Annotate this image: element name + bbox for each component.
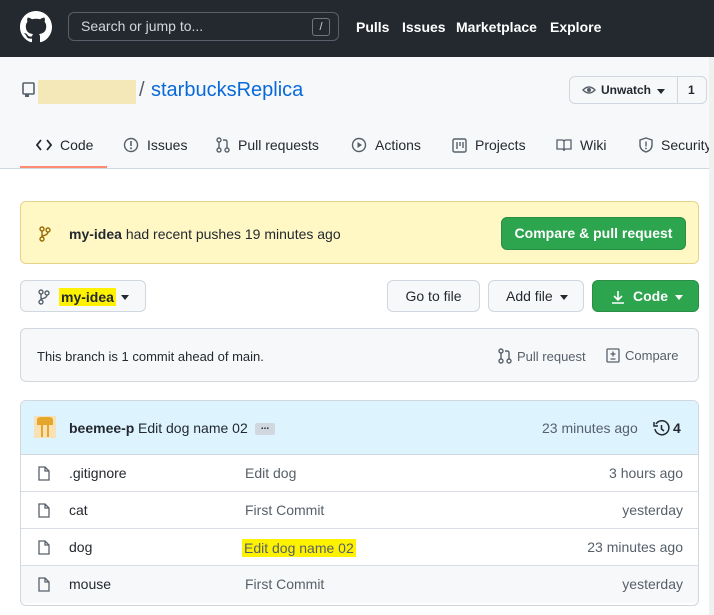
project-icon [452,137,467,153]
unwatch-label: Unwatch [601,83,652,97]
unwatch-button[interactable]: Unwatch 1 [569,76,707,104]
branch-icon [38,289,50,305]
recent-pushes-text: my-idea had recent pushes 19 minutes ago [69,226,341,242]
repo-owner-redacted[interactable] [38,80,136,104]
file-row[interactable]: dog Edit dog name 02 23 minutes ago [21,529,698,566]
play-icon [351,137,367,153]
file-icon [38,503,50,518]
tab-projects[interactable]: Projects [452,137,526,153]
commit-count[interactable]: 4 [673,420,681,436]
commit-time[interactable]: 23 minutes ago [542,420,638,436]
watch-separator [677,77,678,103]
file-commit-message[interactable]: First Commit [245,502,324,518]
code-dropdown-button[interactable]: Code [592,280,699,312]
code-button-label: Code [633,288,668,304]
tab-code[interactable]: Code [36,137,93,153]
banner-branch-link[interactable]: my-idea [69,226,122,242]
download-icon [612,291,624,304]
commit-message[interactable]: Edit dog name 02 [138,420,248,436]
window-edge [709,57,714,615]
branch-status-box: This branch is 1 commit ahead of main. P… [20,328,699,382]
file-age: yesterday [622,576,683,592]
branch-select-label: my-idea [59,288,116,306]
tab-actions[interactable]: Actions [351,137,421,153]
tab-actions-label: Actions [375,137,421,153]
file-commit-message[interactable]: First Commit [245,576,324,592]
file-list: beemee-p Edit dog name 02 ... 23 minutes… [20,400,699,606]
tab-pull-requests-label: Pull requests [238,137,319,153]
pull-request-icon [216,137,230,153]
recent-pushes-banner: my-idea had recent pushes 19 minutes ago… [20,201,699,264]
global-header: Search or jump to... / Pulls Issues Mark… [0,0,714,57]
repo-header: / starbucksReplica Unwatch 1 Code Issues… [0,57,714,169]
file-age: 3 hours ago [609,465,683,481]
caret-down-icon [121,295,129,300]
file-row[interactable]: .gitignore Edit dog 3 hours ago [21,455,698,492]
tab-security[interactable]: Security [639,137,712,153]
file-name[interactable]: .gitignore [69,465,127,481]
github-logo-icon[interactable] [20,11,52,43]
issue-icon [123,137,139,153]
selected-tab-indicator [20,166,107,168]
avatar[interactable] [34,416,56,438]
caret-down-icon [560,295,568,300]
tab-wiki[interactable]: Wiki [556,137,606,153]
go-to-file-button[interactable]: Go to file [387,280,480,312]
watch-count[interactable]: 1 [688,83,695,97]
compare-pull-request-button[interactable]: Compare & pull request [501,217,686,250]
file-commit-message[interactable]: Edit dog name 02 [242,539,356,557]
nav-pulls[interactable]: Pulls [356,19,389,35]
compare-link[interactable]: Compare [606,348,678,363]
tab-code-label: Code [60,137,94,153]
banner-message: had recent pushes 19 minutes ago [125,226,341,242]
commit-author[interactable]: beemee-p [69,420,134,436]
file-name[interactable]: cat [69,502,88,518]
latest-commit-bar: beemee-p Edit dog name 02 ... 23 minutes… [21,401,698,455]
file-icon [38,466,50,481]
repo-name-link[interactable]: starbucksReplica [151,79,303,102]
code-icon [36,139,52,151]
compare-label: Compare [625,348,679,363]
history-icon[interactable] [653,420,670,437]
branch-icon [39,226,51,242]
tab-issues-label: Issues [147,137,188,153]
file-row[interactable]: mouse First Commit yesterday [21,566,698,603]
nav-explore[interactable]: Explore [550,19,601,35]
repo-icon [22,82,35,97]
diff-icon [606,348,620,363]
commit-expand-button[interactable]: ... [255,422,275,435]
branch-status-text: This branch is 1 commit ahead of main. [37,349,264,364]
branch-select-button[interactable]: my-idea [20,280,146,312]
book-icon [556,139,572,152]
tab-pull-requests[interactable]: Pull requests [216,137,319,153]
add-file-button[interactable]: Add file [488,280,584,312]
nav-issues[interactable]: Issues [402,19,446,35]
tab-issues[interactable]: Issues [123,137,187,153]
pull-request-label: Pull request [517,348,586,364]
pull-request-link[interactable]: Pull request [498,348,586,364]
tab-projects-label: Projects [475,137,526,153]
shield-icon [639,137,653,153]
file-name[interactable]: dog [69,539,92,555]
file-row[interactable]: cat First Commit yesterday [21,492,698,529]
tab-security-label: Security [661,137,712,153]
repo-path-separator: / [139,79,145,101]
file-age: yesterday [622,502,683,518]
pull-request-icon [498,348,512,364]
tab-wiki-label: Wiki [580,137,607,153]
eye-icon [582,86,596,94]
search-placeholder: Search or jump to... [81,18,204,34]
file-age: 23 minutes ago [587,539,683,555]
file-icon [38,540,50,555]
search-shortcut-key: / [312,18,330,36]
file-icon [38,577,50,592]
search-input[interactable]: Search or jump to... / [68,12,339,41]
add-file-label: Add file [506,288,553,304]
nav-marketplace[interactable]: Marketplace [456,19,537,35]
caret-down-icon [675,295,683,300]
file-name[interactable]: mouse [69,576,111,592]
caret-down-icon [657,89,665,94]
file-commit-message[interactable]: Edit dog [245,465,296,481]
